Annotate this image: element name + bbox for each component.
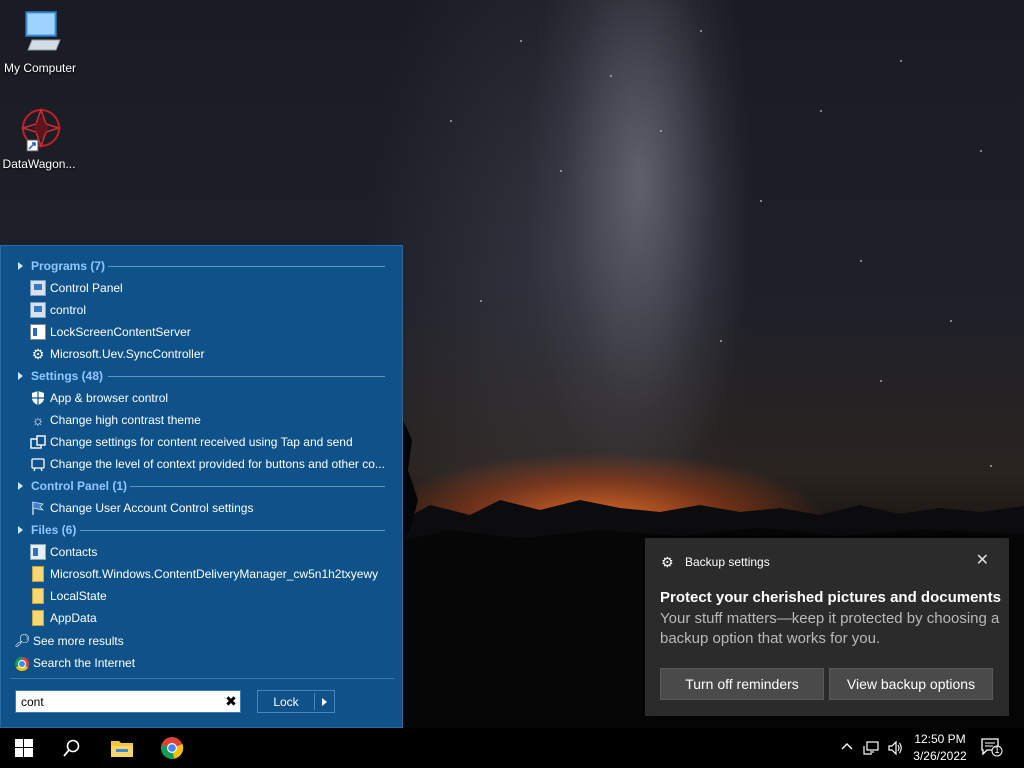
backup-toast-notification: ⚙ Backup settings ✕ Protect your cherish… xyxy=(645,538,1009,716)
toast-app-header: ⚙ Backup settings xyxy=(661,555,770,569)
menu-item-tap-and-send[interactable]: Change settings for content received usi… xyxy=(30,432,390,452)
section-header-label: Files (6) xyxy=(31,523,76,537)
taskbar-clock[interactable]: 12:50 PM 3/26/2022 xyxy=(905,731,975,765)
file-explorer-icon xyxy=(110,738,134,758)
clock-date: 3/26/2022 xyxy=(905,748,975,765)
section-header-label: Control Panel (1) xyxy=(31,479,127,493)
menu-item-uac-settings[interactable]: Change User Account Control settings xyxy=(30,498,390,518)
sun-icon: ☼ xyxy=(30,412,46,428)
expand-arrow-icon xyxy=(18,526,23,534)
network-icon[interactable] xyxy=(862,740,880,756)
contacts-icon xyxy=(30,544,46,560)
datawagon-shortcut-icon xyxy=(15,104,63,152)
menu-item-context-level[interactable]: Change the level of context provided for… xyxy=(30,454,390,474)
taskbar-search-button[interactable] xyxy=(48,728,96,768)
menu-item-label: LockScreenContentServer xyxy=(50,325,191,339)
control-panel-icon xyxy=(30,280,46,296)
section-header-control-panel[interactable]: Control Panel (1) xyxy=(18,477,127,495)
app-window-icon xyxy=(30,324,46,340)
see-more-results-link[interactable]: 🔎︎ See more results xyxy=(14,631,124,651)
menu-item-label: Control Panel xyxy=(50,281,123,295)
lock-options-arrow[interactable] xyxy=(315,698,334,706)
start-button[interactable] xyxy=(0,728,48,768)
file-explorer-button[interactable] xyxy=(98,728,146,768)
menu-item-lockscreencontentserver[interactable]: LockScreenContentServer xyxy=(30,322,390,342)
section-header-label: Programs (7) xyxy=(31,259,105,273)
action-center-button[interactable]: 1 xyxy=(981,737,1003,757)
menu-item-label: control xyxy=(50,303,86,317)
desktop-icon-datawagon[interactable]: DataWagon... xyxy=(0,104,79,171)
menu-item-label: Microsoft.Windows.ContentDeliveryManager… xyxy=(50,567,378,581)
see-more-label: See more results xyxy=(33,634,124,648)
section-header-programs[interactable]: Programs (7) xyxy=(18,257,105,275)
search-internet-link[interactable]: Search the Internet xyxy=(14,653,135,673)
section-header-files[interactable]: Files (6) xyxy=(18,521,76,539)
menu-item-contacts[interactable]: Contacts xyxy=(30,542,390,562)
show-hidden-icons-chevron-icon[interactable] xyxy=(838,740,856,756)
section-header-label: Settings (48) xyxy=(31,369,103,383)
desktop-icon-label: My Computer xyxy=(0,61,80,75)
menu-item-contentdeliverymanager[interactable]: Microsoft.Windows.ContentDeliveryManager… xyxy=(30,564,390,584)
chrome-icon xyxy=(15,657,29,671)
desktop-icon-label: DataWagon... xyxy=(0,157,79,171)
search-input[interactable] xyxy=(16,692,222,711)
notification-count-badge: 1 xyxy=(993,745,1001,755)
taskbar: 12:50 PM 3/26/2022 1 xyxy=(0,728,1024,768)
menu-item-app-browser-control[interactable]: App & browser control xyxy=(30,388,390,408)
chrome-icon xyxy=(160,736,184,760)
volume-icon[interactable] xyxy=(886,740,904,756)
menu-item-label: Change settings for content received usi… xyxy=(50,435,353,449)
folder-icon xyxy=(32,610,44,626)
turn-off-reminders-button[interactable]: Turn off reminders xyxy=(660,668,824,700)
start-search-box[interactable]: ✖ xyxy=(15,690,241,713)
folder-icon xyxy=(32,588,44,604)
clock-time: 12:50 PM xyxy=(905,731,975,748)
expand-arrow-icon xyxy=(18,482,23,490)
sync-icon: ⚙ xyxy=(30,346,46,362)
gear-icon: ⚙ xyxy=(661,555,675,569)
menu-item-label: Contacts xyxy=(50,545,97,559)
menu-item-control[interactable]: control xyxy=(30,300,390,320)
accessibility-icon xyxy=(30,456,46,472)
search-icon xyxy=(63,739,81,757)
menu-item-label: App & browser control xyxy=(50,391,168,405)
view-backup-options-button[interactable]: View backup options xyxy=(829,668,993,700)
flag-icon xyxy=(30,500,46,516)
menu-item-high-contrast[interactable]: ☼ Change high contrast theme xyxy=(30,410,390,430)
shield-icon xyxy=(30,390,46,406)
tap-send-icon xyxy=(30,434,46,450)
control-panel-icon xyxy=(30,302,46,318)
section-header-settings[interactable]: Settings (48) xyxy=(18,367,103,385)
windows-logo-icon xyxy=(15,739,33,757)
menu-item-label: Microsoft.Uev.SyncController xyxy=(50,347,205,361)
menu-item-uev-synccontroller[interactable]: ⚙ Microsoft.Uev.SyncController xyxy=(30,344,390,364)
toast-title: Protect your cherished pictures and docu… xyxy=(660,589,1001,606)
menu-item-label: LocalState xyxy=(50,589,107,603)
desktop-icon-my-computer[interactable]: My Computer xyxy=(0,8,80,75)
close-icon[interactable]: ✕ xyxy=(976,553,989,569)
menu-item-localstate[interactable]: LocalState xyxy=(30,586,390,606)
menu-item-label: AppData xyxy=(50,611,97,625)
expand-arrow-icon xyxy=(18,262,23,270)
menu-item-label: Change User Account Control settings xyxy=(50,501,253,515)
toast-app-name: Backup settings xyxy=(685,555,770,569)
folder-icon xyxy=(32,566,44,582)
menu-item-appdata[interactable]: AppData xyxy=(30,608,390,628)
chevron-right-icon xyxy=(322,698,327,706)
menu-item-label: Change the level of context provided for… xyxy=(50,457,385,471)
lock-button[interactable]: Lock xyxy=(257,690,335,713)
menu-item-label: Change high contrast theme xyxy=(50,413,201,427)
expand-arrow-icon xyxy=(18,372,23,380)
magnifier-icon: 🔎︎ xyxy=(14,633,30,649)
start-menu: Programs (7) Control Panel control LockS… xyxy=(0,245,403,728)
divider xyxy=(10,678,395,679)
computer-icon xyxy=(16,8,64,56)
clear-search-icon[interactable]: ✖ xyxy=(222,693,240,710)
menu-item-control-panel[interactable]: Control Panel xyxy=(30,278,390,298)
toast-body: Your stuff matters—keep it protected by … xyxy=(660,609,1000,649)
chrome-taskbar-button[interactable] xyxy=(148,728,196,768)
search-internet-label: Search the Internet xyxy=(33,656,135,670)
lock-button-label: Lock xyxy=(258,695,314,709)
